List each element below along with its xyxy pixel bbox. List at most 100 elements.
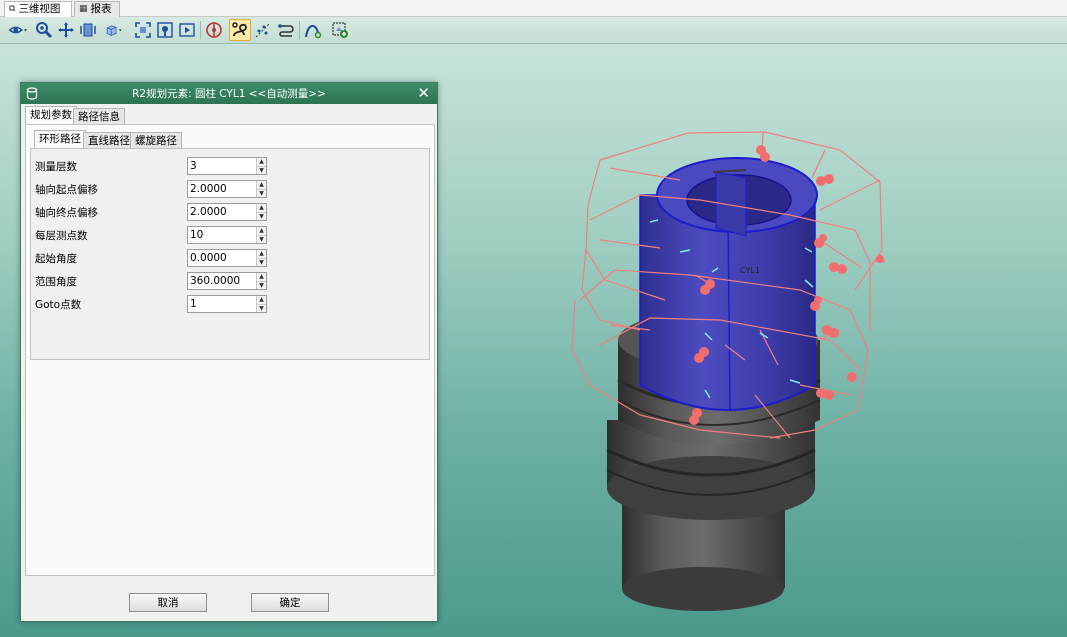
start-angle-input[interactable] <box>188 250 256 266</box>
axial-start-offset-spinbox[interactable]: ▲▼ <box>187 180 267 198</box>
touch-point <box>814 234 827 248</box>
range-angle-spinbox[interactable]: ▲▼ <box>187 272 267 290</box>
tab-path-info[interactable]: 路径信息 <box>73 108 125 125</box>
cylinder-icon <box>26 87 38 100</box>
tab-3d-view-label: 三维视图 <box>18 3 61 15</box>
3d-view-icon: ⧉ <box>9 4 16 14</box>
tab-3d-view[interactable]: ⧉ 三维视图 <box>4 1 72 17</box>
label-goto-points: Goto点数 <box>35 299 82 311</box>
cancel-button[interactable]: 取消 <box>129 593 207 612</box>
path-edit-button[interactable] <box>275 19 297 41</box>
arrow-down-icon: ▼ <box>257 257 266 266</box>
planning-params-panel: 环形路径 直线路径 螺旋路径 测量层数 ▲▼ 轴向起点偏移 ▲▼ 轴向终点偏移 … <box>25 124 435 576</box>
spin-arrows[interactable]: ▲ ▼ <box>256 250 266 266</box>
play-view-button[interactable] <box>176 19 198 41</box>
cube-view-icon <box>106 25 122 36</box>
tab-report[interactable]: ▦ 报表 <box>74 1 120 17</box>
scatter-icon <box>255 22 271 38</box>
view-toolbar <box>0 17 1067 44</box>
start-angle-spinbox[interactable]: ▲▼ <box>187 249 267 267</box>
axial-start-offset-input[interactable] <box>188 181 256 197</box>
add-frame-icon <box>332 22 348 38</box>
touch-point <box>822 325 839 338</box>
spin-arrows[interactable]: ▲ ▼ <box>256 296 266 312</box>
points-per-layer-input[interactable] <box>188 227 256 243</box>
path-edit-icon <box>278 24 294 37</box>
toolbar-separator <box>200 21 201 39</box>
dialog-title: R2规划元素: 圆柱 CYL1 <<自动测量>> <box>132 88 326 100</box>
rotate-view-icon <box>80 23 96 37</box>
ring-path-params: 测量层数 ▲▼ 轴向起点偏移 ▲▼ 轴向终点偏移 ▲▼ 每层测点数 ▲▼ 起始角… <box>30 148 430 360</box>
touch-point <box>847 372 857 382</box>
tab-ring-path[interactable]: 环形路径 <box>34 130 86 149</box>
label-points-per-layer: 每层测点数 <box>35 230 88 242</box>
spin-arrows[interactable]: ▲ ▼ <box>256 227 266 243</box>
range-angle-input[interactable] <box>188 273 256 289</box>
close-icon[interactable]: ✕ <box>417 84 430 103</box>
arrow-up-icon: ▲ <box>257 273 266 281</box>
spin-arrows[interactable]: ▲ ▼ <box>256 158 266 174</box>
label-axial-end-offset: 轴向终点偏移 <box>35 207 98 219</box>
tab-report-label: 报表 <box>90 3 112 15</box>
view-eye-icon <box>9 26 27 34</box>
layer-count-spinbox[interactable]: ▲▼ <box>187 157 267 175</box>
zoom-icon <box>36 22 53 39</box>
document-tab-strip: ⧉ 三维视图 ▦ 报表 <box>0 0 1067 17</box>
tab-planning-params[interactable]: 规划参数 <box>25 106 77 125</box>
spin-arrows[interactable]: ▲ ▼ <box>256 273 266 289</box>
tab-spiral-path[interactable]: 螺旋路径 <box>130 132 182 149</box>
layer-count-input[interactable] <box>188 158 256 174</box>
arrow-down-icon: ▼ <box>257 303 266 312</box>
feature-cylinder-cyl1[interactable] <box>639 157 818 411</box>
curve-button[interactable] <box>302 19 324 41</box>
dialog-title-bar[interactable]: R2规划元素: 圆柱 CYL1 <<自动测量>> ✕ <box>21 83 437 104</box>
arrow-up-icon: ▲ <box>257 181 266 189</box>
cube-view-button[interactable] <box>99 19 129 41</box>
arrow-up-icon: ▲ <box>257 250 266 258</box>
arrow-up-icon: ▲ <box>257 158 266 166</box>
spin-arrows[interactable]: ▲ ▼ <box>256 204 266 220</box>
auto-path-button[interactable] <box>229 19 251 41</box>
label-axial-start-offset: 轴向起点偏移 <box>35 184 98 196</box>
view-eye-button[interactable] <box>4 19 32 41</box>
arrow-up-icon: ▲ <box>257 227 266 235</box>
arrow-down-icon: ▼ <box>257 280 266 289</box>
zoom-button[interactable] <box>33 19 55 41</box>
arrow-up-icon: ▲ <box>257 204 266 212</box>
rotate-view-button[interactable] <box>77 19 99 41</box>
probe-button[interactable] <box>203 19 225 41</box>
arrow-down-icon: ▼ <box>257 165 266 174</box>
touch-point <box>829 262 847 274</box>
ok-button[interactable]: 确定 <box>251 593 329 612</box>
axial-end-offset-input[interactable] <box>188 204 256 220</box>
auto-path-icon <box>232 22 247 37</box>
add-frame-button[interactable] <box>329 19 351 41</box>
curve-icon <box>305 25 322 39</box>
arrow-down-icon: ▼ <box>257 234 266 243</box>
arrow-down-icon: ▼ <box>257 211 266 220</box>
fit-all-button[interactable] <box>132 19 154 41</box>
goto-points-input[interactable] <box>188 296 256 312</box>
touch-point <box>875 254 885 263</box>
label-range-angle: 范围角度 <box>35 276 77 288</box>
locate-button[interactable] <box>154 19 176 41</box>
scatter-button[interactable] <box>252 19 274 41</box>
play-view-icon <box>179 23 195 37</box>
feature-label-cyl1: CYL1 <box>740 266 760 275</box>
arrow-down-icon: ▼ <box>257 188 266 197</box>
fit-all-icon <box>135 22 151 38</box>
report-icon: ▦ <box>79 4 88 14</box>
points-per-layer-spinbox[interactable]: ▲▼ <box>187 226 267 244</box>
probe-icon <box>206 22 222 38</box>
locate-icon <box>157 22 173 38</box>
spin-arrows[interactable]: ▲ ▼ <box>256 181 266 197</box>
arrow-up-icon: ▲ <box>257 296 266 304</box>
axial-end-offset-spinbox[interactable]: ▲▼ <box>187 203 267 221</box>
touch-point <box>816 174 834 186</box>
tab-line-path[interactable]: 直线路径 <box>83 132 135 149</box>
toolbar-separator <box>299 21 300 39</box>
label-start-angle: 起始角度 <box>35 253 77 265</box>
label-layer-count: 测量层数 <box>35 161 77 173</box>
goto-points-spinbox[interactable]: ▲▼ <box>187 295 267 313</box>
pan-button[interactable] <box>55 19 77 41</box>
